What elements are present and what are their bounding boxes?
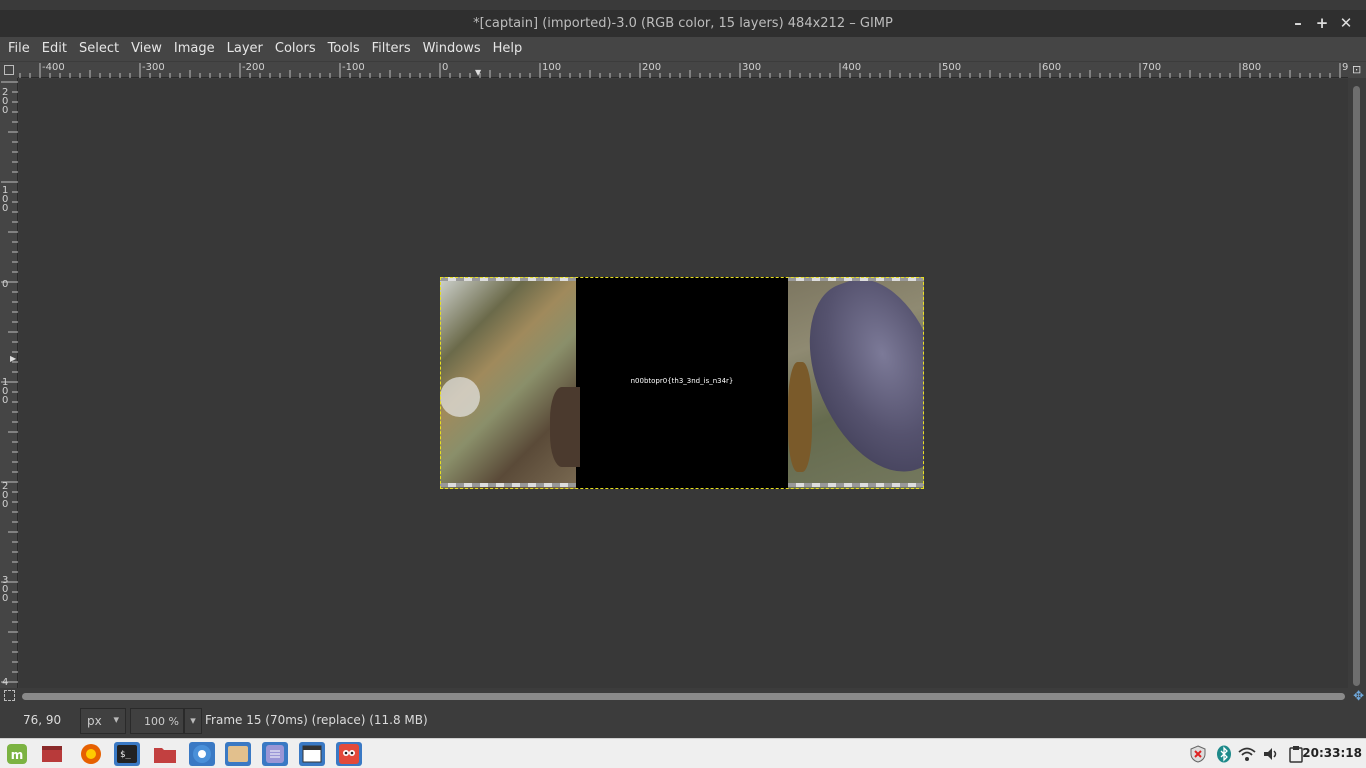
minimize-button[interactable]: – [1288,14,1308,32]
transparency-strip [788,277,924,281]
menu-layer[interactable]: Layer [221,37,269,61]
wifi-icon[interactable] [1237,744,1257,764]
navigate-icon[interactable]: ✥ [1353,689,1364,704]
photo-right-panel [788,277,924,489]
transparency-strip [440,483,576,487]
bluetooth-icon[interactable] [1214,744,1234,764]
volume-icon[interactable] [1261,744,1281,764]
mint-menu-icon[interactable]: m [4,742,30,766]
menu-view[interactable]: View [125,37,168,61]
hruler-label: 400 [842,62,862,73]
vruler-label: 300 [2,575,9,604]
svg-text:$_: $_ [120,750,131,760]
window-titlebar[interactable]: *[captain] (imported)-3.0 (RGB color, 15… [0,10,1366,37]
taskbar: m $_ 20:33:18 [0,738,1366,768]
vertical-ruler[interactable]: 200 100 0 100 200 300 4 ▶ [0,78,18,688]
statusbar: 76, 90 px ▾ 100 % ▾ Frame 15 (70ms) (rep… [0,704,1366,738]
zoom-fit-icon: ⊡ [1352,63,1362,76]
navigate-corner[interactable]: ⊡ [1348,62,1366,78]
unit-value: px [87,714,102,728]
image-layer-stack[interactable]: n00btopr0{th3_3nd_is_n34r} [440,277,924,489]
vruler-label: 4 [2,677,9,688]
hruler-label: -200 [242,62,265,73]
clock[interactable]: 20:33:18 [1302,746,1362,760]
menu-tools[interactable]: Tools [322,37,366,61]
zoom-dropdown-button[interactable]: ▾ [184,708,202,734]
menu-file[interactable]: File [2,37,36,61]
pointer-coordinates: 76, 90 [23,713,62,727]
firefox-icon[interactable] [78,742,104,766]
hruler-label: 300 [742,62,762,73]
quick-mask-corner[interactable] [0,62,18,78]
hruler-label: -100 [342,62,365,73]
menu-select[interactable]: Select [73,37,125,61]
hruler-label: -300 [142,62,165,73]
menu-colors[interactable]: Colors [269,37,322,61]
vruler-label: 200 [2,87,9,116]
status-message: Frame 15 (70ms) (replace) (11.8 MB) [205,713,428,727]
hruler-label: 200 [642,62,662,73]
hruler-label: 700 [1142,62,1162,73]
hruler-label: 800 [1242,62,1262,73]
photo-left-panel [440,277,580,489]
zoom-field[interactable]: 100 % [130,708,184,734]
chromium-icon[interactable] [189,742,215,766]
maximize-button[interactable]: + [1312,14,1332,32]
vertical-scrollbar[interactable] [1348,78,1366,688]
show-desktop-icon[interactable] [39,742,65,766]
unit-select[interactable]: px ▾ [80,708,126,734]
window-icon[interactable] [299,742,325,766]
hidden-flag-text: n00btopr0{th3_3nd_is_n34r} [630,377,734,385]
menu-edit[interactable]: Edit [36,37,73,61]
security-icon[interactable] [1188,744,1208,764]
svg-text:m: m [11,748,24,762]
file-manager-icon[interactable] [225,742,251,766]
vruler-label: 100 [2,377,9,406]
terminal-icon[interactable]: $_ [114,742,140,766]
files-icon[interactable] [152,742,178,766]
vertical-scroll-thumb[interactable] [1353,86,1360,686]
horizontal-scroll-thumb[interactable] [22,693,1345,700]
hruler-label: -400 [42,62,65,73]
menu-image[interactable]: Image [168,37,221,61]
hruler-label: 600 [1042,62,1062,73]
vruler-label: 100 [2,185,9,214]
menu-help[interactable]: Help [487,37,529,61]
menu-filters[interactable]: Filters [366,37,417,61]
screen-top-strip [0,0,1366,10]
gimp-icon[interactable] [336,742,362,766]
menubar: File Edit Select View Image Layer Colors… [0,37,1366,61]
horizontal-ruler[interactable]: -400 -300 -200 -100 0 100 200 300 400 50… [18,62,1348,78]
pointer-marker-icon: ▶ [10,354,17,363]
hruler-label: 500 [942,62,962,73]
transparency-strip [788,483,924,487]
quick-mask-toggle[interactable] [4,690,15,701]
pointer-marker-icon: ▼ [475,68,482,77]
text-editor-icon[interactable] [262,742,288,766]
close-button[interactable]: ✕ [1336,14,1356,32]
vruler-label: 0 [2,279,9,290]
hruler-label: 100 [542,62,562,73]
horizontal-scrollbar[interactable]: ✥ [0,688,1366,704]
window-title: *[captain] (imported)-3.0 (RGB color, 15… [473,16,893,31]
transparency-strip [440,277,576,281]
menu-windows[interactable]: Windows [417,37,487,61]
hruler-label: 0 [442,62,449,73]
chevron-down-icon: ▾ [113,713,119,726]
vruler-label: 200 [2,481,9,510]
